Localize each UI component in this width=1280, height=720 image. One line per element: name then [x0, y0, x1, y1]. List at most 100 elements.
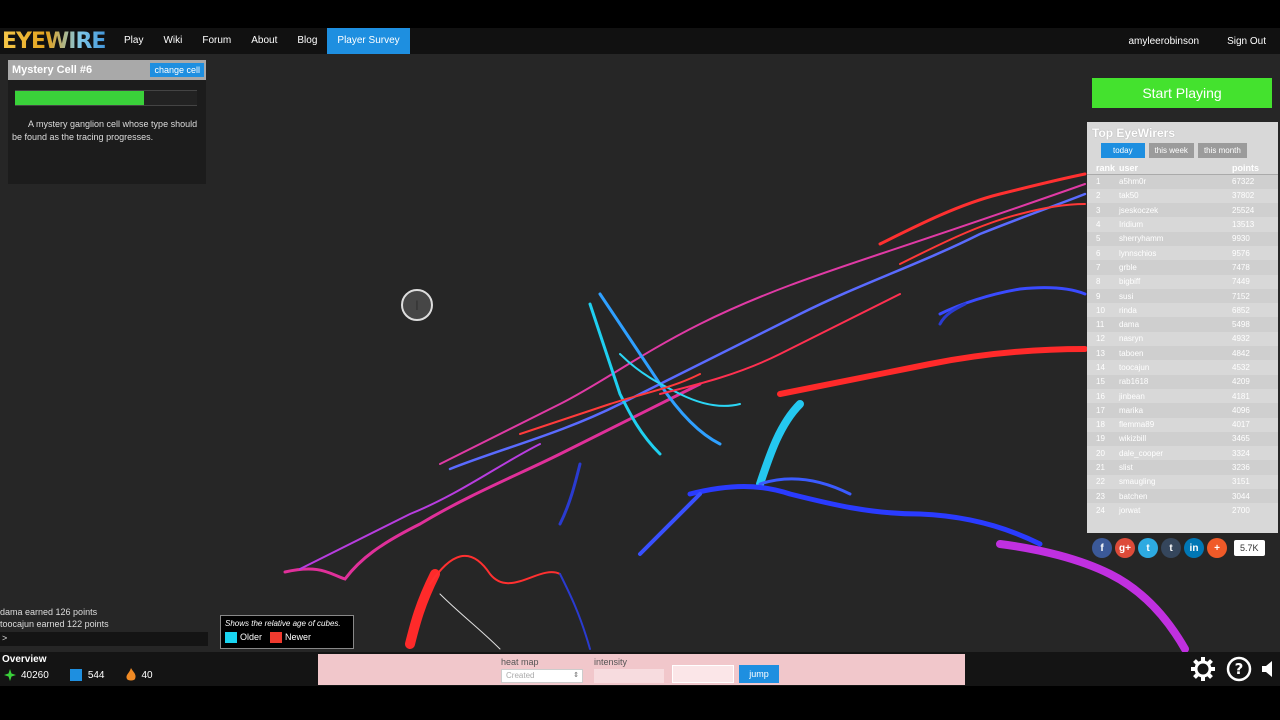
help-icon[interactable]: ? [1226, 656, 1252, 682]
cell-rank: 23 [1096, 491, 1105, 501]
leaderboard-row[interactable]: 9 susi 7152 [1087, 288, 1278, 304]
leaderboard-row[interactable]: 14 toocajun 4532 [1087, 360, 1278, 374]
nav-wiki[interactable]: Wiki [153, 28, 192, 54]
leaderboard-row[interactable]: 20 dale_cooper 3324 [1087, 446, 1278, 460]
cell-points: 37802 [1232, 191, 1255, 201]
cell-user[interactable]: wikizbill [1117, 432, 1230, 446]
cell-user[interactable]: jinbean [1117, 389, 1230, 403]
cell-rank: 21 [1096, 463, 1105, 473]
cell-user[interactable]: susi [1117, 289, 1230, 303]
chat-input[interactable]: > [0, 632, 208, 646]
leaderboard-row[interactable]: 23 batchen 3044 [1087, 489, 1278, 504]
cell-rank: 9 [1096, 291, 1101, 301]
leaderboard-row[interactable]: 11 dama 5498 [1087, 317, 1278, 332]
cell-points: 3236 [1232, 463, 1250, 473]
cell-points: 4181 [1232, 391, 1250, 401]
cell-user[interactable]: nasryn [1117, 332, 1230, 346]
cell-user[interactable]: lynnschios [1117, 246, 1230, 260]
cell-user[interactable]: flemma89 [1117, 418, 1230, 432]
nav-play[interactable]: Play [114, 28, 153, 54]
leaderboard-row[interactable]: 22 smaugling 3151 [1087, 475, 1278, 489]
leaderboard-row[interactable]: 6 lynnschios 9576 [1087, 246, 1278, 260]
tab-this-month[interactable]: this month [1197, 143, 1247, 158]
addthis-icon[interactable]: + [1207, 538, 1227, 558]
cell-points: 3465 [1232, 434, 1250, 444]
leaderboard-row[interactable]: 21 slist 3236 [1087, 460, 1278, 475]
leaderboard-row[interactable]: 7 grble 7478 [1087, 260, 1278, 275]
cell-user[interactable]: dale_cooper [1117, 446, 1230, 460]
jump-input[interactable] [672, 665, 734, 683]
cell-user[interactable]: jseskoczek [1117, 203, 1230, 217]
overview-label[interactable]: Overview [2, 654, 46, 665]
cursor-icon: I [401, 289, 433, 321]
cell-user[interactable]: tak50 [1117, 189, 1230, 203]
tab-today[interactable]: today [1101, 143, 1145, 158]
svg-text:?: ? [1235, 660, 1244, 678]
username-link[interactable]: amyleerobinson [1114, 36, 1213, 47]
eyewire-logo[interactable]: EYEWIRE [2, 29, 114, 54]
nav-blog[interactable]: Blog [287, 28, 327, 54]
nav-about[interactable]: About [241, 28, 287, 54]
google-plus-icon[interactable]: g+ [1115, 538, 1135, 558]
intensity-slider[interactable] [594, 669, 664, 683]
chat-line: toocajun earned 122 points [0, 619, 109, 629]
cell-user[interactable]: sherryhamm [1117, 232, 1230, 246]
leaderboard-row[interactable]: 8 bigbiff 7449 [1087, 275, 1278, 289]
jump-button[interactable]: jump [739, 665, 779, 683]
cell-user[interactable]: grble [1117, 260, 1230, 274]
start-playing-button[interactable]: Start Playing [1092, 78, 1272, 108]
leaderboard-row[interactable]: 17 marika 4096 [1087, 403, 1278, 418]
facebook-icon[interactable]: f [1092, 538, 1112, 558]
leaderboard-row[interactable]: 18 flemma89 4017 [1087, 418, 1278, 432]
leaderboard-row[interactable]: 15 rab1618 4209 [1087, 374, 1278, 389]
cell-user[interactable]: marika [1117, 403, 1230, 417]
cell-rank: 7 [1096, 262, 1101, 272]
cell-user[interactable]: jorwat [1117, 503, 1230, 517]
leaderboard-row[interactable]: 3 jseskoczek 25524 [1087, 203, 1278, 218]
cell-user[interactable]: slist [1117, 460, 1230, 474]
cell-rank: 5 [1096, 234, 1101, 244]
leaderboard-row[interactable]: 1 a5hm0r 67322 [1087, 174, 1278, 189]
leaderboard-row[interactable]: 2 tak50 37802 [1087, 189, 1278, 203]
cell-points: 4842 [1232, 348, 1250, 358]
cell-user[interactable]: batchen [1117, 489, 1230, 503]
intensity-label: intensity [594, 657, 628, 667]
points-icon [4, 669, 16, 681]
leaderboard-row[interactable]: 19 wikizbill 3465 [1087, 431, 1278, 447]
leaderboard-rows: 1 a5hm0r 67322 2 tak50 37802 3 jseskoczek 25524 4… [1087, 174, 1278, 518]
cube-icon [69, 669, 82, 681]
twitter-icon[interactable]: t [1138, 538, 1158, 558]
cell-user[interactable]: rab1618 [1117, 375, 1230, 389]
cell-user[interactable]: a5hm0r [1117, 175, 1230, 189]
nav-player-survey[interactable]: Player Survey [327, 28, 410, 54]
leaderboard-tabs: today this week this month [1087, 143, 1278, 162]
cell-user[interactable]: taboen [1117, 346, 1230, 360]
leaderboard-row[interactable]: 10 rinda 6852 [1087, 303, 1278, 317]
tab-this-week[interactable]: this week [1148, 143, 1194, 158]
cell-user[interactable]: dama [1117, 317, 1230, 331]
cell-rank: 18 [1096, 420, 1105, 430]
tumblr-icon[interactable]: t [1161, 538, 1181, 558]
leaderboard-row[interactable]: 24 jorwat 2700 [1087, 503, 1278, 517]
cell-user[interactable]: bigbiff [1117, 275, 1230, 289]
cell-user[interactable]: Iridium [1117, 217, 1230, 231]
cell-points: 25524 [1232, 205, 1255, 215]
heatmap-select[interactable]: Created ⇕ [501, 669, 583, 683]
cell-points: 7152 [1232, 291, 1250, 301]
gear-icon[interactable] [1190, 656, 1216, 682]
signout-link[interactable]: Sign Out [1213, 36, 1280, 47]
cell-title: Mystery Cell #6 [12, 64, 93, 76]
leaderboard-row[interactable]: 5 sherryhamm 9930 [1087, 231, 1278, 246]
linkedin-icon[interactable]: in [1184, 538, 1204, 558]
leaderboard-row[interactable]: 16 jinbean 4181 [1087, 389, 1278, 403]
leaderboard-row[interactable]: 4 Iridium 13513 [1087, 217, 1278, 231]
chat-line: dama earned 126 points [0, 607, 98, 617]
speaker-icon[interactable] [1262, 659, 1274, 679]
change-cell-button[interactable]: change cell [150, 63, 204, 77]
leaderboard-row[interactable]: 13 taboen 4842 [1087, 346, 1278, 361]
leaderboard-row[interactable]: 12 nasryn 4932 [1087, 332, 1278, 346]
cell-user[interactable]: rinda [1117, 303, 1230, 317]
nav-forum[interactable]: Forum [192, 28, 241, 54]
cell-user[interactable]: smaugling [1117, 475, 1230, 489]
cell-user[interactable]: toocajun [1117, 360, 1230, 374]
